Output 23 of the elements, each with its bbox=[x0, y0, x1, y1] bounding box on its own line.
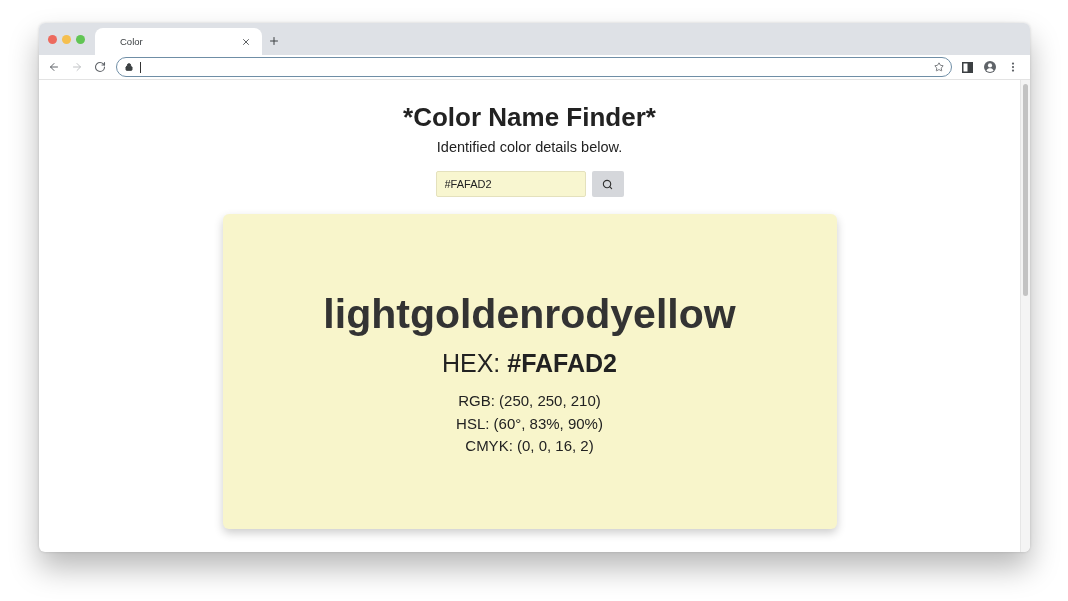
lock-icon bbox=[125, 63, 133, 71]
close-icon[interactable] bbox=[241, 36, 251, 47]
page-subtitle: Identified color details below. bbox=[436, 138, 623, 157]
color-detail-text: HSL: (60°, 83%, 90%) bbox=[456, 413, 603, 434]
color-detail-text: RGB: (250, 250, 210) bbox=[458, 391, 601, 411]
page-title: *Color Name Finder* bbox=[403, 101, 656, 133]
search-icon bbox=[602, 178, 613, 190]
color-search-field[interactable]: #FAFAD2 bbox=[435, 171, 586, 197]
text-cursor bbox=[140, 61, 141, 73]
star-icon[interactable] bbox=[934, 62, 944, 72]
browser-tab[interactable]: Color bbox=[95, 28, 262, 55]
profile-icon[interactable] bbox=[984, 61, 996, 73]
reload-icon[interactable] bbox=[94, 61, 106, 73]
scrollbar-thumb[interactable] bbox=[1023, 84, 1028, 296]
color-name: lightgoldenrodyellow bbox=[323, 290, 736, 338]
side-panel-icon[interactable] bbox=[962, 61, 973, 73]
color-detail-text: CMYK: (0, 0, 16, 2) bbox=[465, 436, 594, 456]
scrollbar-track[interactable] bbox=[1020, 80, 1030, 552]
hex-value-text: HEX: #FAFAD2 bbox=[441, 348, 618, 378]
plus-icon[interactable] bbox=[268, 35, 280, 47]
search-button[interactable] bbox=[591, 171, 624, 197]
close-window-icon[interactable] bbox=[48, 34, 57, 44]
back-arrow-icon[interactable] bbox=[48, 61, 60, 73]
